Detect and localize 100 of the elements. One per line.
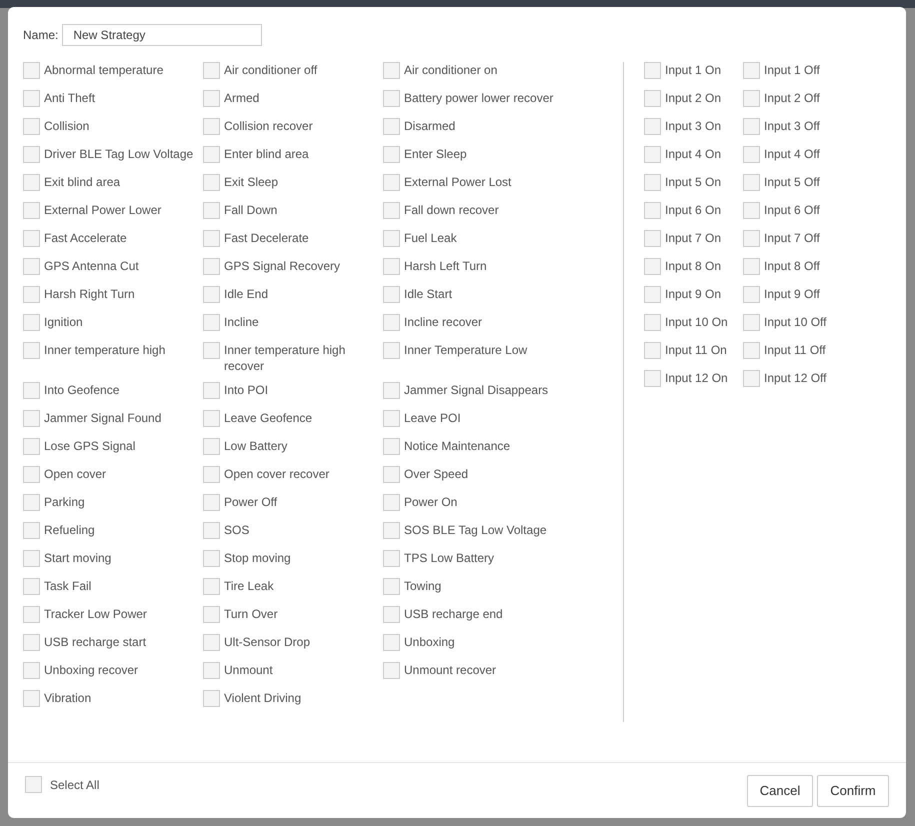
checkbox[interactable] [203,90,220,107]
checkbox[interactable] [383,62,400,79]
checkbox[interactable] [203,690,220,707]
checkbox[interactable] [383,522,400,539]
checkbox[interactable] [644,174,661,191]
checkbox[interactable] [23,230,40,247]
checkbox[interactable] [203,466,220,483]
option-label: Input 11 On [665,342,727,358]
checkbox[interactable] [23,146,40,163]
checkbox[interactable] [383,634,400,651]
checkbox[interactable] [644,230,661,247]
checkbox[interactable] [644,118,661,135]
checkbox[interactable] [23,438,40,455]
checkbox[interactable] [383,258,400,275]
checkbox[interactable] [644,370,661,387]
checkbox[interactable] [203,258,220,275]
checkbox[interactable] [203,146,220,163]
checkbox[interactable] [25,776,42,794]
checkbox[interactable] [203,494,220,511]
checkbox[interactable] [644,146,661,163]
option-label: Input 12 On [665,370,728,386]
checkbox[interactable] [383,342,400,359]
checkbox[interactable] [23,466,40,483]
checkbox[interactable] [383,494,400,511]
checkbox[interactable] [383,410,400,427]
checkbox[interactable] [743,230,760,247]
checkbox[interactable] [23,634,40,651]
checkbox[interactable] [23,118,40,135]
checkbox[interactable] [203,662,220,679]
checkbox[interactable] [203,342,220,359]
checkbox[interactable] [203,314,220,331]
checkbox[interactable] [23,174,40,191]
checkbox[interactable] [23,62,40,79]
checkbox[interactable] [23,382,40,399]
checkbox[interactable] [203,634,220,651]
checkbox[interactable] [203,118,220,135]
checkbox[interactable] [383,202,400,219]
checkbox[interactable] [23,522,40,539]
checkbox[interactable] [743,286,760,303]
checkbox[interactable] [203,438,220,455]
checkbox[interactable] [203,382,220,399]
option-label: Battery power lower recover [404,90,554,106]
checkbox[interactable] [383,90,400,107]
checkbox[interactable] [203,522,220,539]
checkbox[interactable] [383,662,400,679]
checkbox[interactable] [383,550,400,567]
checkbox[interactable] [383,606,400,623]
checkbox[interactable] [743,174,760,191]
checkbox[interactable] [644,202,661,219]
checkbox[interactable] [743,342,760,359]
checkbox[interactable] [644,314,661,331]
checkbox[interactable] [23,494,40,511]
checkbox[interactable] [203,578,220,595]
checkbox[interactable] [383,230,400,247]
checkbox[interactable] [743,118,760,135]
checkbox[interactable] [743,146,760,163]
checkbox[interactable] [644,286,661,303]
checkbox[interactable] [383,466,400,483]
checkbox[interactable] [23,690,40,707]
checkbox[interactable] [644,62,661,79]
checkbox[interactable] [23,410,40,427]
checkbox[interactable] [23,90,40,107]
checkbox[interactable] [23,286,40,303]
checkbox[interactable] [23,342,40,359]
checkbox[interactable] [203,62,220,79]
checkbox[interactable] [644,90,661,107]
checkbox[interactable] [383,438,400,455]
checkbox[interactable] [203,286,220,303]
checkbox[interactable] [743,370,760,387]
checkbox[interactable] [743,202,760,219]
checkbox[interactable] [203,550,220,567]
name-field[interactable]: New Strategy [62,24,262,46]
checkbox[interactable] [383,578,400,595]
checkbox[interactable] [383,314,400,331]
checkbox[interactable] [383,174,400,191]
checkbox[interactable] [383,382,400,399]
checkbox[interactable] [203,174,220,191]
cancel-button[interactable]: Cancel [747,775,813,808]
checkbox[interactable] [23,578,40,595]
checkbox[interactable] [383,146,400,163]
checkbox[interactable] [743,258,760,275]
checkbox[interactable] [203,230,220,247]
checkbox[interactable] [743,90,760,107]
checkbox[interactable] [23,202,40,219]
checkbox[interactable] [644,258,661,275]
confirm-button[interactable]: Confirm [817,775,889,808]
checkbox[interactable] [743,314,760,331]
checkbox[interactable] [644,342,661,359]
checkbox[interactable] [383,286,400,303]
checkbox[interactable] [743,62,760,79]
checkbox[interactable] [203,202,220,219]
checkbox[interactable] [23,606,40,623]
checkbox[interactable] [23,258,40,275]
checkbox[interactable] [203,606,220,623]
checkbox[interactable] [23,662,40,679]
checkbox[interactable] [203,410,220,427]
checkbox[interactable] [23,314,40,331]
checkbox[interactable] [23,550,40,567]
option-label: Fall down recover [404,202,499,218]
checkbox[interactable] [383,118,400,135]
